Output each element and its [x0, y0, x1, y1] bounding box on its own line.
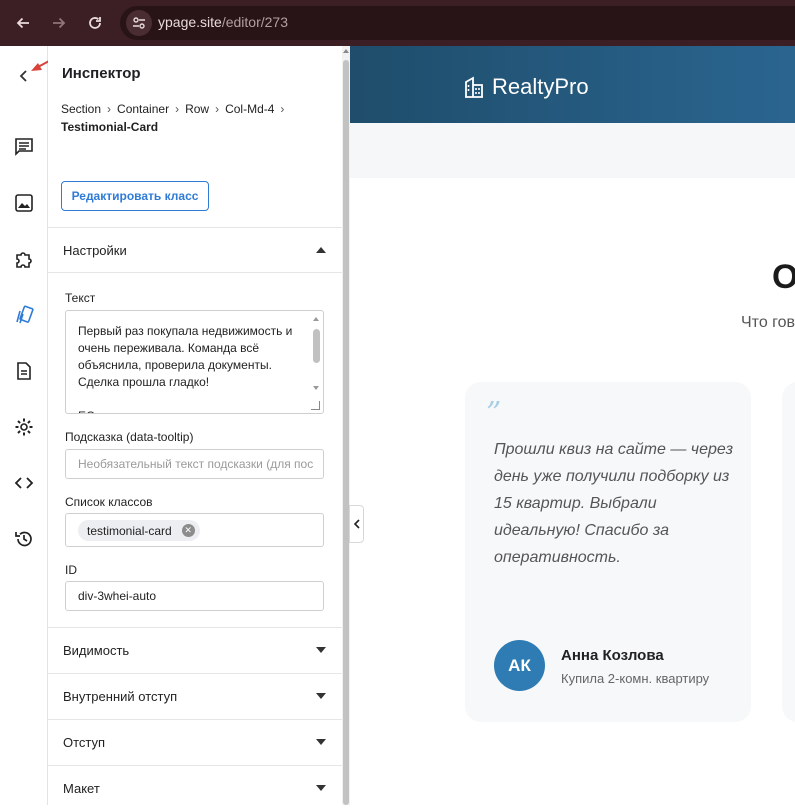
section-title: Настройки	[63, 243, 127, 258]
panel-title: Инспектор	[62, 65, 141, 82]
section-layout-header[interactable]: Макет	[48, 765, 342, 811]
building-icon	[465, 76, 483, 98]
back-icon[interactable]	[11, 11, 35, 35]
caret-down-icon	[316, 693, 326, 699]
tooltip-label: Подсказка (data-tooltip)	[65, 430, 194, 444]
author-role: Купила 2-комн. квартиру	[561, 671, 710, 686]
scroll-up-icon[interactable]	[313, 317, 319, 321]
text-textarea[interactable]: Первый раз покупала недвижимость и очень…	[65, 310, 324, 414]
breadcrumb-item[interactable]: Col-Md-4	[225, 102, 274, 116]
tool-rail	[0, 46, 48, 805]
history-icon[interactable]	[12, 527, 36, 551]
nav-strip	[350, 123, 795, 178]
address-bar[interactable]: ypage.site/editor/273	[120, 6, 795, 40]
chevron-left-icon	[353, 519, 360, 529]
browser-toolbar: ypage.site/editor/273	[0, 0, 795, 46]
caret-down-icon	[316, 739, 326, 745]
url-path: /editor/273	[221, 14, 288, 30]
chevron-right-icon: ›	[215, 102, 220, 116]
id-label: ID	[65, 563, 77, 577]
breadcrumb-item[interactable]: Section	[61, 102, 101, 116]
code-icon[interactable]	[12, 471, 36, 495]
inspector-panel: Инспектор Section › Container › Row › Col-Md-4…	[48, 46, 342, 805]
divider	[48, 272, 342, 273]
site-settings-icon[interactable]	[126, 10, 152, 36]
resize-handle-icon[interactable]	[311, 401, 320, 410]
remove-chip-icon[interactable]: ✕	[181, 524, 195, 537]
section-title: Макет	[63, 781, 100, 796]
testimonial-card[interactable]: ” Прошли квиз на сайте — через день уже …	[465, 382, 751, 722]
section-title: О	[772, 258, 795, 296]
url-host: ypage.site	[158, 14, 222, 30]
testimonial-quote: Прошли квиз на сайте — через день уже по…	[494, 441, 734, 566]
tooltip-input[interactable]: Необязательный текст подсказки (для пос	[65, 449, 324, 479]
section-padding-header[interactable]: Внутренний отступ	[48, 673, 342, 719]
document-icon[interactable]	[12, 359, 36, 383]
chevron-right-icon: ›	[107, 102, 112, 116]
testimonial-card[interactable]	[782, 382, 795, 722]
panel-scrollbar[interactable]	[342, 46, 350, 805]
text-value: Первый раз покупала недвижимость и очень…	[78, 324, 293, 413]
style-icon[interactable]	[12, 303, 36, 327]
section-margin-header[interactable]: Отступ	[48, 719, 342, 765]
author-name: Анна Козлова	[561, 647, 664, 664]
reload-icon[interactable]	[83, 11, 107, 35]
class-chip: testimonial-card ✕	[78, 520, 200, 541]
classes-label: Список классов	[65, 495, 153, 509]
section-title: Внутренний отступ	[63, 689, 178, 704]
section-subtitle: Что гов	[741, 314, 795, 331]
collapse-panel-button[interactable]	[349, 505, 364, 543]
avatar: АК	[494, 640, 545, 691]
breadcrumb-item[interactable]: Container	[117, 102, 169, 116]
section-title: Видимость	[63, 643, 130, 658]
section-visibility-header[interactable]: Видимость	[48, 627, 342, 673]
id-input[interactable]: div-3whei-auto	[65, 581, 324, 611]
text-label: Текст	[65, 291, 96, 305]
chevron-right-icon: ›	[280, 102, 285, 116]
caret-down-icon	[316, 647, 326, 653]
edit-class-button[interactable]: Редактировать класс	[61, 181, 209, 211]
gear-icon[interactable]	[12, 415, 36, 439]
breadcrumb: Section › Container › Row › Col-Md-4 › Testimoni…	[61, 100, 331, 136]
breadcrumb-item[interactable]: Row	[185, 102, 209, 116]
breadcrumb-current: Testimonial-Card	[61, 120, 159, 134]
forward-icon[interactable]	[47, 11, 71, 35]
panel-scrollbar-thumb[interactable]	[343, 60, 349, 805]
caret-down-icon	[316, 785, 326, 791]
site-header[interactable]: RealtyPro	[350, 46, 795, 123]
chevron-right-icon: ›	[175, 102, 180, 116]
site-logo[interactable]: RealtyPro	[464, 74, 589, 100]
puzzle-icon[interactable]	[12, 247, 36, 271]
caret-up-icon	[316, 247, 326, 253]
url-text: ypage.site/editor/273	[158, 14, 288, 30]
class-chip-label: testimonial-card	[87, 523, 172, 538]
scroll-up-icon[interactable]	[343, 49, 349, 53]
comment-icon[interactable]	[12, 135, 36, 159]
textarea-scrollbar-thumb[interactable]	[313, 329, 320, 363]
quote-icon: ”	[486, 396, 502, 431]
page-preview: RealtyPro О Что гов ” Прошли квиз на сай…	[350, 46, 795, 805]
class-list-input[interactable]: testimonial-card ✕	[65, 513, 324, 547]
brand-name: RealtyPro	[492, 74, 589, 99]
scroll-down-icon[interactable]	[313, 386, 319, 390]
section-title: Отступ	[63, 735, 106, 750]
image-icon[interactable]	[12, 191, 36, 215]
section-settings-header[interactable]: Настройки	[48, 227, 342, 273]
